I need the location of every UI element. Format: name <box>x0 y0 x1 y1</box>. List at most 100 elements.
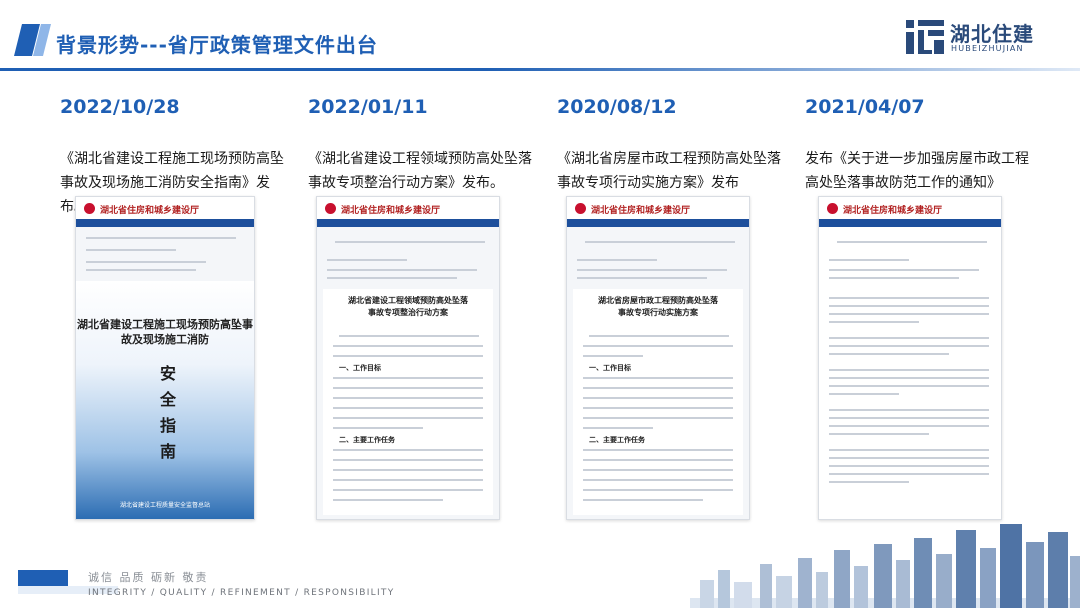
doc-site-name: 湖北省住房和城乡建设厅 <box>843 206 943 216</box>
doc-site-name: 湖北省住房和城乡建设厅 <box>341 206 441 216</box>
footer-slogan-cn: 诚信 品质 砺新 敬责 <box>88 571 209 584</box>
doc-text-line <box>583 345 733 347</box>
doc-text-line <box>829 457 989 459</box>
document-thumbnail-3[interactable]: 湖北省住房和城乡建设厅 湖北省房屋市政工程预防高处坠落事故专项行动实施方案 一、… <box>566 196 750 520</box>
doc-text-line <box>333 387 483 389</box>
doc-text-line <box>583 355 643 357</box>
doc-text-line <box>829 321 919 323</box>
description-3: 《湖北省房屋市政工程预防高处坠落事故专项行动实施方案》发布 <box>557 151 781 191</box>
doc-text-line <box>829 473 989 475</box>
doc-text-line <box>339 335 479 337</box>
header-divider <box>0 68 1080 71</box>
document-thumbnail-2[interactable]: 湖北省住房和城乡建设厅 湖北省建设工程领域预防高处坠落事故专项整治行动方案 一、… <box>316 196 500 520</box>
cover-big-title: 安全指南 <box>159 364 176 461</box>
doc-text-line <box>583 377 733 379</box>
doc-text-line <box>333 397 483 399</box>
doc-text-line <box>829 345 989 347</box>
doc-paper: 湖北省建设工程领域预防高处坠落事故专项整治行动方案 一、工作目标 二、主要工作任… <box>323 289 493 515</box>
doc-text-line <box>829 481 909 483</box>
doc-text-line <box>583 417 733 419</box>
doc-text-line <box>86 249 176 251</box>
section-heading: 二、主要工作任务 <box>589 436 645 444</box>
doc-text-line <box>327 277 457 279</box>
cover-footer: 湖北省建设工程质量安全监督总站 <box>119 502 210 509</box>
doc-text-line <box>583 407 733 409</box>
doc-text-line <box>829 409 989 411</box>
doc-nav-bar <box>567 219 749 227</box>
date-1: 2022/10/28 <box>60 96 180 118</box>
doc-text-line <box>577 259 657 261</box>
description-4: 发布《关于进一步加强房屋市政工程高处坠落事故防范工作的通知》 <box>805 151 1029 191</box>
doc-text-line <box>333 345 483 347</box>
doc-text-line <box>333 427 423 429</box>
section-heading: 一、工作目标 <box>339 364 381 372</box>
date-3: 2020/08/12 <box>557 96 677 118</box>
doc-text-line <box>829 393 899 395</box>
doc-text-line <box>583 469 733 471</box>
doc-text-line <box>829 337 989 339</box>
doc-text-line <box>829 259 909 261</box>
guide-cover: 湖北省建设工程施工现场预防高坠事故及现场施工消防 安全指南 湖北省建设工程质量安… <box>76 281 254 519</box>
doc-text-line <box>829 313 989 315</box>
doc-text-line <box>86 269 196 271</box>
doc-text-line <box>583 459 733 461</box>
doc-text-line <box>333 355 483 357</box>
doc-site-name: 湖北省住房和城乡建设厅 <box>100 206 200 216</box>
doc-text-line <box>829 353 949 355</box>
doc-text-line <box>86 261 206 263</box>
doc-text-line <box>585 241 735 243</box>
doc-text-line <box>829 385 989 387</box>
doc-paper: 湖北省房屋市政工程预防高处坠落事故专项行动实施方案 一、工作目标 二、主要工作任… <box>573 289 743 515</box>
doc-text-line <box>829 269 979 271</box>
doc-text-line <box>333 469 483 471</box>
doc-nav-bar <box>76 219 254 227</box>
doc-text-line <box>829 465 989 467</box>
doc-text-line <box>335 241 485 243</box>
doc-text-line <box>333 407 483 409</box>
footer-accent-block <box>18 570 68 586</box>
doc-text-line <box>327 259 407 261</box>
doc-site-name: 湖北省住房和城乡建设厅 <box>591 206 691 216</box>
date-4: 2021/04/07 <box>805 96 925 118</box>
paper-title: 湖北省建设工程领域预防高处坠落事故专项整治行动方案 <box>348 296 468 317</box>
doc-text-line <box>829 433 929 435</box>
doc-text-line <box>583 397 733 399</box>
page-title: 背景形势---省厅政策管理文件出台 <box>56 33 378 57</box>
doc-text-line <box>577 277 707 279</box>
doc-nav-bar <box>819 219 1001 227</box>
doc-text-line <box>583 387 733 389</box>
doc-text-line <box>829 425 989 427</box>
doc-text-line <box>829 369 989 371</box>
doc-text-line <box>327 269 477 271</box>
logo-text: 湖北住建 <box>950 22 1034 46</box>
doc-text-line <box>333 479 483 481</box>
doc-text-line <box>333 489 483 491</box>
doc-text-line <box>583 427 653 429</box>
document-thumbnail-1[interactable]: 湖北省住房和城乡建设厅 湖北省建设工程施工现场预防高坠事故及现场施工消防 安全指… <box>75 196 255 520</box>
doc-text-line <box>333 499 443 501</box>
doc-text-line <box>829 377 989 379</box>
section-heading: 二、主要工作任务 <box>339 436 395 444</box>
cover-title: 湖北省建设工程施工现场预防高坠事故及现场施工消防 <box>77 318 253 346</box>
footer-slogan-en: INTEGRITY / QUALITY / REFINEMENT / RESPO… <box>88 588 395 598</box>
document-thumbnail-4[interactable]: 湖北省住房和城乡建设厅 <box>818 196 1002 520</box>
doc-text-line <box>333 417 483 419</box>
national-emblem-icon <box>84 203 95 214</box>
doc-text-line <box>837 241 987 243</box>
section-heading: 一、工作目标 <box>589 364 631 372</box>
hubei-zhujian-logo-icon <box>906 20 944 54</box>
city-skyline-illustration <box>690 524 1080 608</box>
national-emblem-icon <box>575 203 586 214</box>
description-2: 《湖北省建设工程领域预防高处坠落事故专项整治行动方案》发布。 <box>308 151 532 191</box>
doc-text-line <box>333 377 483 379</box>
doc-text-line <box>86 237 236 239</box>
doc-text-line <box>829 417 989 419</box>
doc-text-line <box>583 449 733 451</box>
doc-text-line <box>583 499 703 501</box>
doc-text-line <box>829 297 989 299</box>
doc-text-line <box>583 479 733 481</box>
doc-nav-bar <box>317 219 499 227</box>
doc-text-line <box>577 269 727 271</box>
doc-text-line <box>829 305 989 307</box>
national-emblem-icon <box>325 203 336 214</box>
